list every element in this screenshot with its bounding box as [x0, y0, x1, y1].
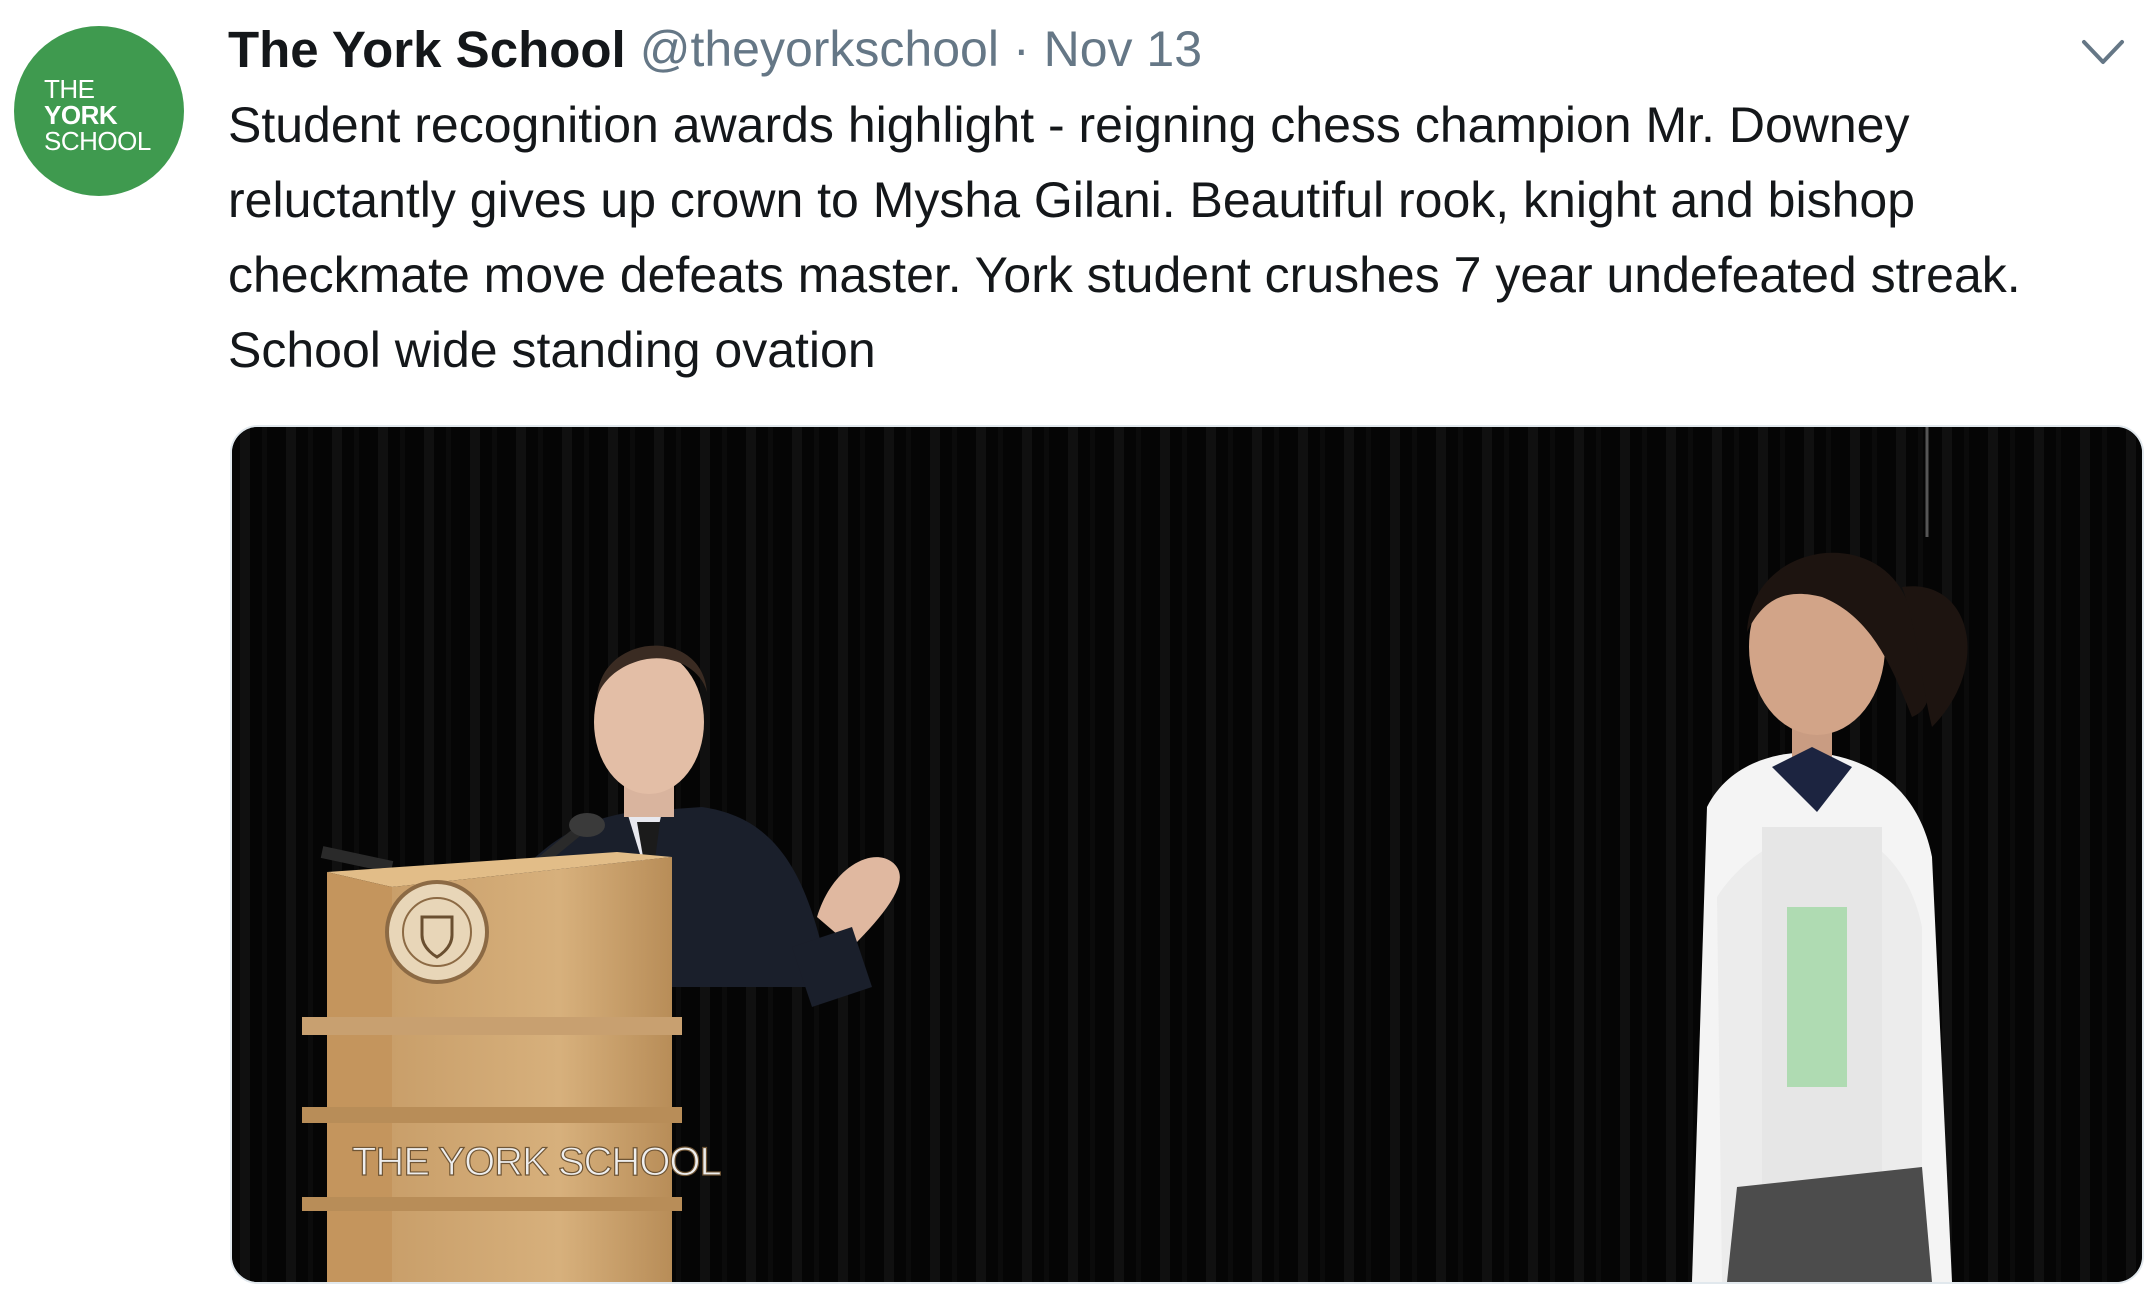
tweet-photo[interactable]: THE YORK SCHOOL — [230, 425, 2144, 1284]
tweet-text-line-1: Student recognition awards highlight - r… — [228, 97, 1910, 153]
tweet-text-line-3: checkmate move defeats master. York stud… — [228, 247, 2021, 303]
avatar-line-3: SCHOOL — [44, 126, 151, 156]
tweet-date[interactable]: Nov 13 — [1044, 20, 1202, 78]
tweet-text: Student recognition awards highlight - r… — [228, 88, 2140, 388]
avatar-line-1: THE — [44, 74, 95, 104]
tweet: THE YORK SCHOOL The York School @theyork… — [0, 0, 2146, 1296]
user-handle[interactable]: @theyorkschool — [640, 20, 999, 78]
podium — [302, 852, 682, 1282]
display-name[interactable]: The York School — [228, 20, 626, 79]
chevron-down-icon[interactable] — [2080, 34, 2126, 68]
podium-sign: THE YORK SCHOOL — [352, 1140, 721, 1184]
student-name-tag-icon — [1787, 907, 1847, 1087]
photo-scene: THE YORK SCHOOL — [232, 427, 2142, 1282]
header-separator: · — [1012, 21, 1030, 77]
avatar-logo: THE YORK SCHOOL — [44, 76, 151, 154]
avatar[interactable]: THE YORK SCHOOL — [14, 26, 184, 196]
tweet-text-line-2: reluctantly gives up crown to Mysha Gila… — [228, 172, 1916, 228]
tweet-text-line-4: School wide standing ovation — [228, 322, 876, 378]
avatar-line-2: YORK — [44, 100, 118, 130]
tweet-header: The York School @theyorkschool · Nov 13 — [228, 14, 1202, 84]
